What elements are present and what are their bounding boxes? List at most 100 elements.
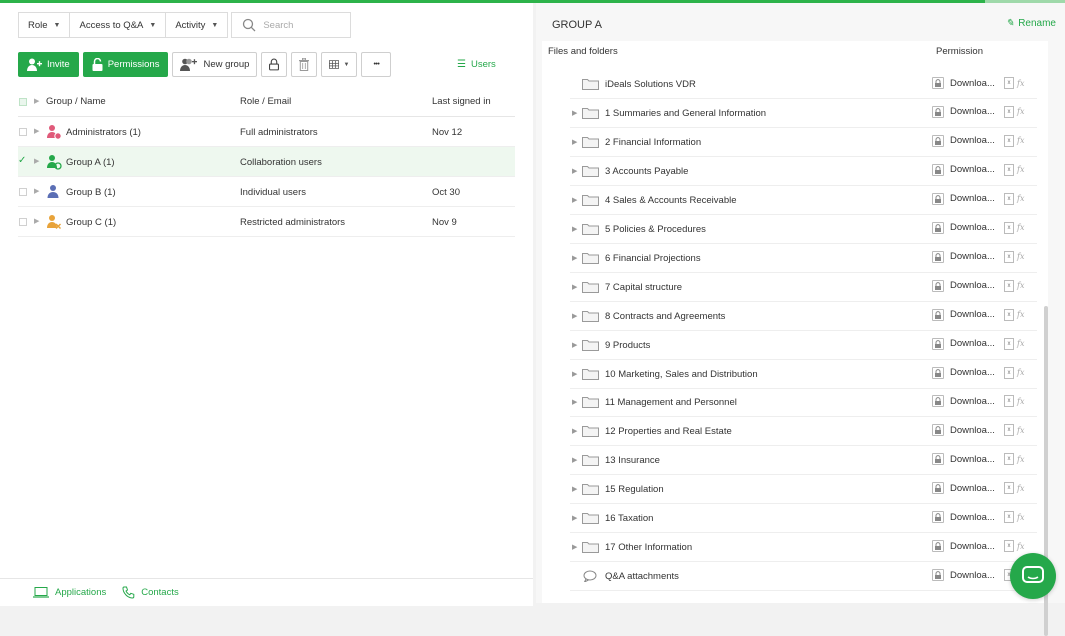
permission-cell[interactable]: Downloa... xfx bbox=[932, 540, 1024, 553]
table-row-selected[interactable]: ✓ ▶ Group A (1) Collaboration users bbox=[18, 147, 515, 177]
folder-icon bbox=[582, 368, 599, 380]
chevron-down-icon: ▼ bbox=[211, 21, 219, 29]
expand-icon[interactable]: ▶ bbox=[572, 167, 577, 175]
activity-filter[interactable]: Activity ▼ bbox=[165, 12, 229, 38]
new-group-button[interactable]: New group bbox=[172, 52, 258, 77]
permission-cell[interactable]: Downloa... xfx bbox=[932, 453, 1024, 466]
expand-icon[interactable]: ▶ bbox=[572, 283, 577, 291]
rename-button[interactable]: ✎ Rename bbox=[1006, 18, 1056, 29]
folder-row[interactable]: ▶ 6 Financial Projections Downloa... x fx bbox=[570, 244, 1037, 273]
more-button[interactable]: ••• bbox=[361, 52, 392, 77]
collab-group-icon bbox=[47, 155, 62, 170]
check-icon[interactable]: ✓ bbox=[18, 155, 26, 166]
lock-icon bbox=[932, 482, 944, 495]
select-all-checkbox[interactable] bbox=[19, 98, 27, 106]
folder-row[interactable]: ▶ 7 Capital structure Downloa... x fx bbox=[570, 273, 1037, 302]
permission-label: Downloa... bbox=[950, 338, 995, 350]
folder-row[interactable]: ▶ 16 Taxation Downloa... x fx bbox=[570, 504, 1037, 534]
folder-row[interactable]: Q&A attachmentsDownloa...xfx bbox=[570, 562, 1037, 592]
columns-button[interactable]: ▼ bbox=[321, 52, 358, 77]
expand-icon[interactable]: ▶ bbox=[572, 341, 577, 349]
column-header-name[interactable]: Group / Name bbox=[46, 96, 106, 107]
permission-cell[interactable]: Downloa... xfx bbox=[932, 250, 1024, 263]
column-header-role[interactable]: Role / Email bbox=[240, 96, 291, 107]
permission-label: Downloa... bbox=[950, 424, 995, 436]
folder-row[interactable]: ▶ 4 Sales & Accounts Receivable Downloa...… bbox=[570, 186, 1037, 215]
permission-cell[interactable]: Downloa... xfx bbox=[932, 192, 1025, 205]
permission-cell[interactable]: Downloa... xfx bbox=[932, 221, 1024, 234]
permissions-button[interactable]: Permissions bbox=[82, 52, 169, 77]
row-checkbox[interactable] bbox=[19, 128, 27, 136]
contacts-link[interactable]: Contacts bbox=[122, 586, 179, 599]
lock-icon bbox=[932, 163, 944, 176]
expand-icon[interactable]: ▶ bbox=[34, 127, 39, 135]
expand-icon[interactable]: ▶ bbox=[572, 456, 577, 464]
permission-cell[interactable]: Downloa... xfx bbox=[932, 366, 1024, 379]
folder-name: 13 Insurance bbox=[605, 455, 660, 467]
expand-icon[interactable]: ▶ bbox=[34, 217, 39, 225]
expand-icon[interactable]: ▶ bbox=[572, 196, 577, 204]
expand-icon[interactable]: ▶ bbox=[34, 187, 39, 195]
permission-cell[interactable]: Downloa... xfx bbox=[932, 511, 1024, 524]
folder-name: 5 Policies & Procedures bbox=[605, 223, 706, 235]
permission-label: Downloa... bbox=[950, 280, 995, 292]
folder-row[interactable]: ▶ 2 Financial Information Downloa... x fx bbox=[570, 128, 1037, 157]
expand-icon[interactable]: ▶ bbox=[572, 109, 577, 117]
permissions-pane: GROUP A ✎ Rename Files and folders Permi… bbox=[536, 3, 1065, 636]
permission-cell[interactable]: Downloa... xfx bbox=[932, 308, 1024, 321]
permission-cell[interactable]: Downloa... xfx bbox=[932, 424, 1024, 437]
folder-row[interactable]: ▶ 8 Contracts and Agreements Downloa... x fx bbox=[570, 302, 1037, 331]
last-signed-in: Oct 30 bbox=[432, 187, 460, 198]
expand-icon[interactable]: ▶ bbox=[34, 157, 39, 165]
folder-row[interactable]: ▶ 1 Summaries and General Information Down… bbox=[570, 99, 1037, 128]
table-row[interactable]: ▶ Administrators (1) Full administrators… bbox=[18, 117, 515, 147]
permission-cell[interactable]: Downloa... xfx bbox=[932, 279, 1024, 292]
expand-icon[interactable]: ▶ bbox=[572, 427, 577, 435]
folder-row[interactable]: ▶ 3 Accounts Payable Downloa... x fx bbox=[570, 157, 1037, 186]
permission-cell[interactable]: Downloa... xfx bbox=[932, 337, 1024, 350]
folder-row[interactable]: ▶ 12 Properties and Real Estate Downloa...… bbox=[570, 417, 1037, 447]
lock-button[interactable] bbox=[261, 52, 288, 77]
invite-button[interactable]: Invite bbox=[18, 52, 79, 77]
users-view-toggle[interactable]: ☰ Users bbox=[457, 59, 496, 70]
expand-icon[interactable]: ▶ bbox=[572, 225, 577, 233]
table-row[interactable]: ▶ Group C (1) Restricted administrators … bbox=[18, 207, 515, 237]
delete-button[interactable] bbox=[291, 52, 318, 77]
column-header-last-signed-in[interactable]: Last signed in bbox=[432, 96, 491, 107]
fx-icon: fx bbox=[1017, 194, 1025, 204]
expand-icon[interactable]: ▶ bbox=[572, 543, 577, 551]
chat-button[interactable] bbox=[1010, 553, 1056, 599]
folder-row[interactable]: ▶ 17 Other Information Downloa... x fx bbox=[570, 533, 1037, 563]
folder-row[interactable]: ▶ 10 Marketing, Sales and Distribution Dow… bbox=[570, 360, 1037, 389]
expand-icon[interactable]: ▶ bbox=[572, 312, 577, 320]
permission-cell[interactable]: Downloa... xfx bbox=[932, 395, 1024, 408]
access-qa-filter[interactable]: Access to Q&A ▼ bbox=[69, 12, 167, 38]
permission-cell[interactable]: Downloa... xfx bbox=[932, 134, 1024, 147]
expand-icon[interactable]: ▶ bbox=[572, 254, 577, 262]
permission-cell[interactable]: Downloa... xfx bbox=[932, 77, 1024, 89]
expand-icon[interactable]: ▶ bbox=[572, 398, 577, 406]
expand-icon[interactable]: ▶ bbox=[572, 370, 577, 378]
folder-name: 11 Management and Personnel bbox=[605, 397, 737, 409]
group-role: Full administrators bbox=[240, 127, 318, 138]
folder-row[interactable]: ▶ 15 Regulation Downloa... x fx bbox=[570, 475, 1037, 505]
row-checkbox[interactable] bbox=[19, 188, 27, 196]
applications-link[interactable]: Applications bbox=[33, 587, 106, 598]
permission-cell[interactable]: Downloa... xfx bbox=[932, 482, 1024, 495]
expand-icon[interactable]: ▶ bbox=[572, 138, 577, 146]
expand-icon[interactable]: ▶ bbox=[572, 485, 577, 493]
search-input[interactable]: Search bbox=[231, 12, 352, 38]
folder-row[interactable]: ▶ 11 Management and Personnel Downloa... x f… bbox=[570, 388, 1037, 418]
folder-row[interactable]: iDeals Solutions VDR Downloa... x fx bbox=[570, 70, 1037, 99]
table-row[interactable]: ▶ Group B (1) Individual users Oct 30 bbox=[18, 177, 515, 207]
role-filter[interactable]: Role ▼ bbox=[18, 12, 71, 38]
permission-cell[interactable]: Downloa... xfx bbox=[932, 105, 1024, 118]
folder-row[interactable]: ▶ 13 Insurance Downloa... x fx bbox=[570, 446, 1037, 476]
folder-row[interactable]: ▶ 5 Policies & Procedures Downloa... x fx bbox=[570, 215, 1037, 244]
expand-icon[interactable]: ▶ bbox=[572, 514, 577, 522]
expand-all-icon[interactable]: ▶ bbox=[34, 97, 39, 105]
permission-cell[interactable]: Downloa... xfx bbox=[932, 163, 1024, 176]
folder-row[interactable]: ▶ 9 Products Downloa... x fx bbox=[570, 331, 1037, 360]
row-checkbox[interactable] bbox=[19, 218, 27, 226]
lock-icon bbox=[932, 424, 944, 437]
